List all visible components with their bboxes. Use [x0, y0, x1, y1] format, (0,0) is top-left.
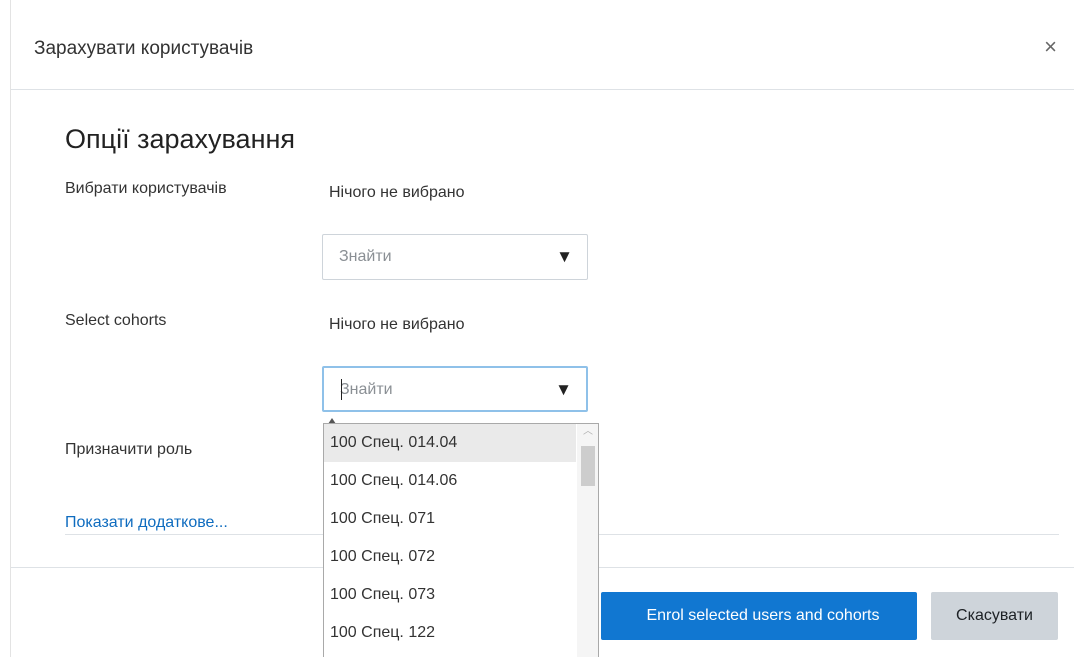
- assign-role-label: Призначити роль: [65, 441, 193, 458]
- cancel-button[interactable]: Скасувати: [931, 592, 1058, 640]
- select-cohorts-label: Select cohorts: [65, 312, 167, 329]
- chevron-down-icon[interactable]: ▼: [556, 247, 573, 267]
- dropdown-option[interactable]: 100 Спец. 014.06: [324, 462, 576, 500]
- select-cohorts-search[interactable]: ▼: [322, 366, 588, 412]
- show-more-link[interactable]: Показати додаткове...: [65, 514, 228, 532]
- dropdown-option[interactable]: 100 Спец. 072: [324, 538, 576, 576]
- dropdown-option[interactable]: 100 Спец. 014.04: [324, 424, 576, 462]
- select-users-search[interactable]: ▼: [322, 234, 588, 280]
- enrol-users-dialog: Зарахувати користувачів × Опції зарахува…: [10, 0, 1074, 657]
- dropdown-option[interactable]: 100 Спец. 073: [324, 576, 576, 614]
- close-icon[interactable]: ×: [1044, 36, 1057, 58]
- enrol-button[interactable]: Enrol selected users and cohorts: [601, 592, 917, 640]
- select-users-search-input[interactable]: [339, 246, 539, 268]
- dialog-header: Зарахувати користувачів ×: [11, 0, 1074, 90]
- chevron-down-icon[interactable]: ▼: [555, 380, 572, 400]
- scrollbar-thumb[interactable]: [581, 446, 595, 486]
- text-cursor: [341, 379, 342, 400]
- cohort-dropdown-list[interactable]: 100 Спец. 014.04 100 Спец. 014.06 100 Сп…: [323, 423, 599, 657]
- select-cohorts-selection: Нічого не вибрано: [329, 316, 465, 333]
- dropdown-scrollbar[interactable]: ︿: [577, 424, 598, 657]
- dialog-title: Зарахувати користувачів: [34, 38, 254, 59]
- scroll-up-icon[interactable]: ︿: [583, 427, 593, 437]
- dropdown-option[interactable]: 100 Спец. 071: [324, 500, 576, 538]
- select-users-label: Вибрати користувачів: [65, 180, 227, 197]
- dropdown-option[interactable]: 100 Спец. 122: [324, 614, 576, 652]
- section-title: Опції зарахування: [65, 124, 296, 154]
- select-cohorts-search-input[interactable]: [340, 379, 540, 401]
- select-users-selection: Нічого не вибрано: [329, 184, 465, 201]
